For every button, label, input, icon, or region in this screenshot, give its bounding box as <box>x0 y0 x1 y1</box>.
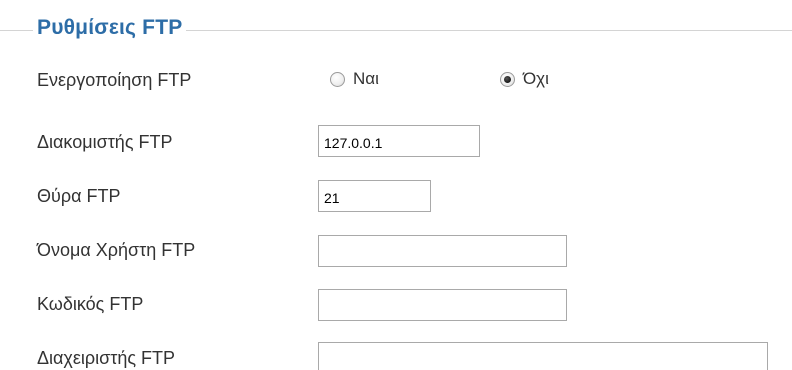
ftp-port-label: Θύρα FTP <box>37 186 121 206</box>
enable-ftp-no-label[interactable]: Όχι <box>523 68 549 90</box>
ftp-settings-panel: Ρυθμίσεις FTP Ενεργοποίηση FTP Ναι Όχι Δ… <box>0 0 792 370</box>
enable-ftp-yes-label[interactable]: Ναι <box>353 68 379 90</box>
ftp-server-label: Διακομιστής FTP <box>37 132 173 152</box>
ftp-password-label: Κωδικός FTP <box>37 294 144 314</box>
ftp-admin-input[interactable] <box>318 342 768 370</box>
enable-ftp-label: Ενεργοποίηση FTP <box>37 70 192 90</box>
ftp-username-input[interactable] <box>318 235 567 267</box>
ftp-server-input[interactable] <box>318 125 480 157</box>
radio-unchecked-icon[interactable] <box>330 71 345 87</box>
ftp-admin-label: Διαχειριστής FTP <box>37 348 176 368</box>
enable-ftp-no-option[interactable]: Όχι <box>500 67 549 91</box>
ftp-port-input[interactable] <box>318 180 431 212</box>
section-legend: Ρυθμίσεις FTP <box>33 14 187 42</box>
enable-ftp-yes-option[interactable]: Ναι <box>330 67 379 91</box>
radio-checked-icon[interactable] <box>500 71 515 87</box>
ftp-password-input[interactable] <box>318 289 567 321</box>
ftp-username-label: Όνομα Χρήστη FTP <box>37 240 196 260</box>
